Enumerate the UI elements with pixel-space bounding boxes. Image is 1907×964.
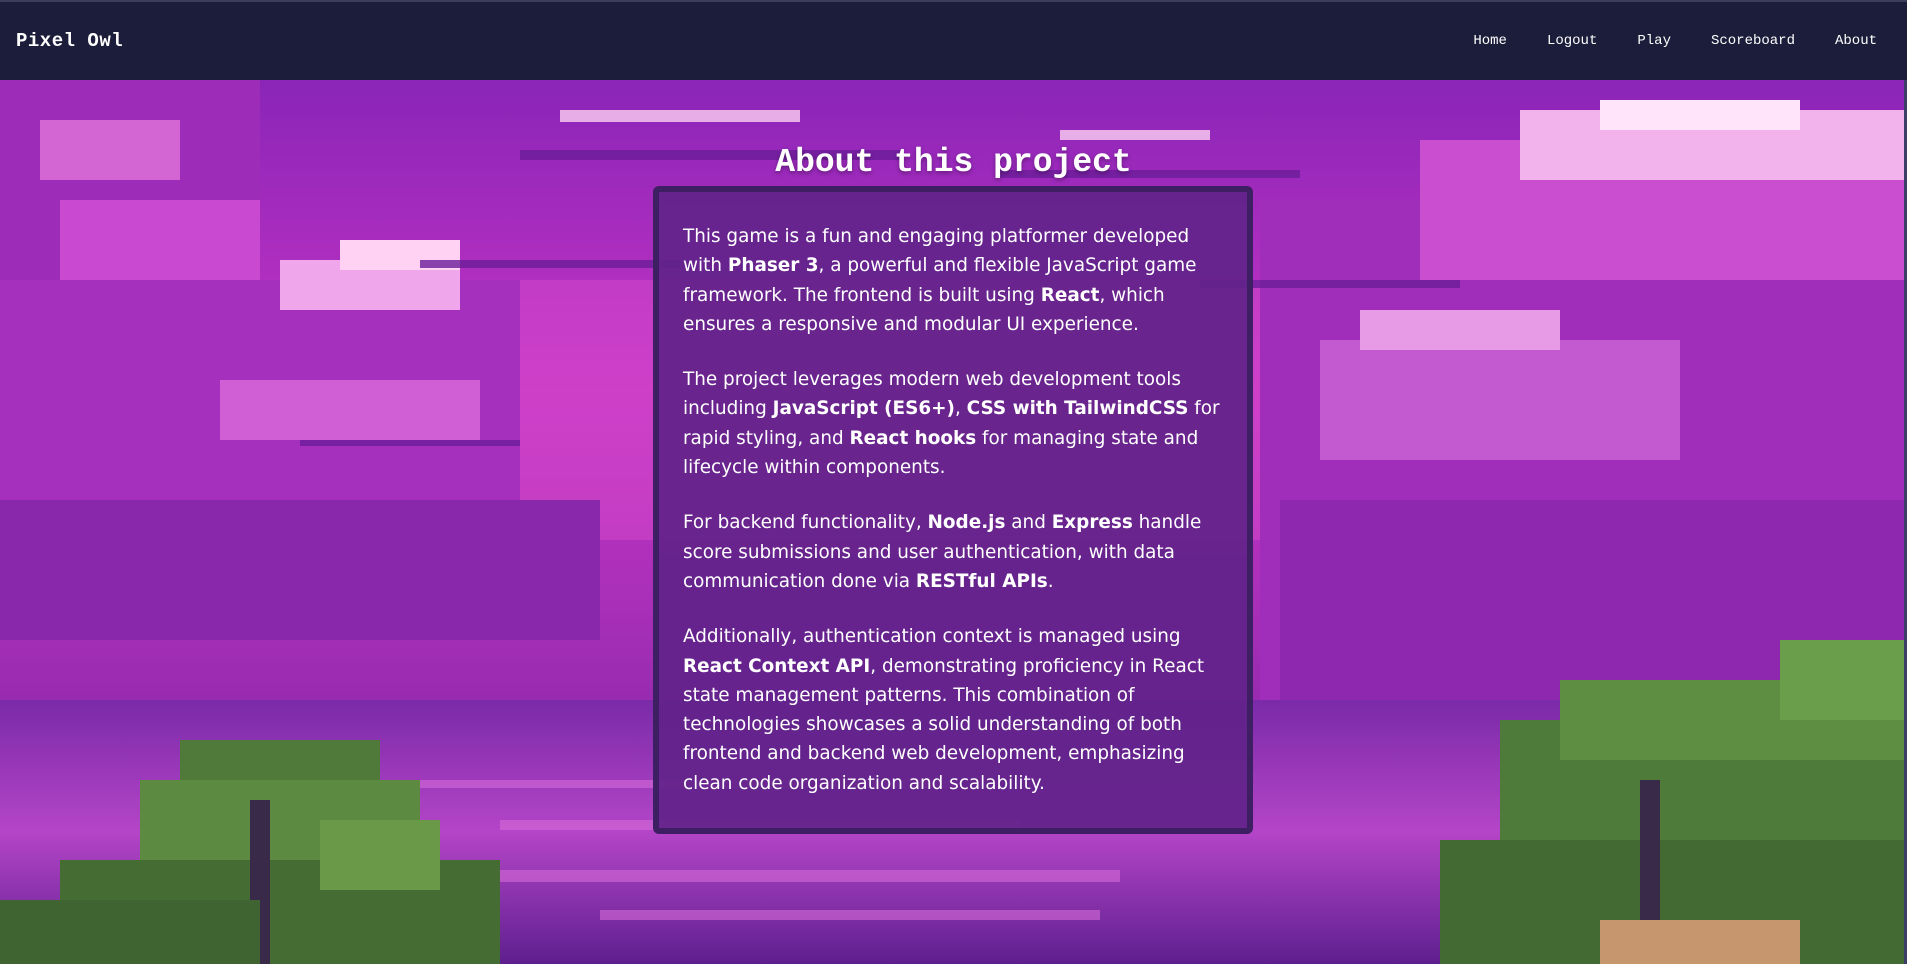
brand-logo[interactable]: Pixel Owl bbox=[16, 30, 123, 52]
about-card: This game is a fun and engaging platform… bbox=[653, 186, 1253, 834]
nav-link-scoreboard[interactable]: Scoreboard bbox=[1691, 33, 1815, 49]
navbar: Pixel Owl Home Logout Play Scoreboard Ab… bbox=[0, 0, 1907, 80]
paragraph-intro: This game is a fun and engaging platform… bbox=[683, 226, 1197, 335]
nav-link-play[interactable]: Play bbox=[1617, 33, 1691, 49]
paragraph-tools: The project leverages modern web develop… bbox=[683, 369, 1220, 479]
nav-link-about[interactable]: About bbox=[1815, 33, 1897, 49]
nav-link-home[interactable]: Home bbox=[1453, 33, 1527, 49]
paragraph-backend: For backend functionality, Node.js and E… bbox=[683, 512, 1202, 592]
nav-menu: Home Logout Play Scoreboard About bbox=[1453, 33, 1897, 49]
paragraph-context: Additionally, authentication context is … bbox=[683, 626, 1205, 794]
nav-link-logout[interactable]: Logout bbox=[1527, 33, 1617, 49]
page-title: About this project bbox=[775, 144, 1132, 182]
